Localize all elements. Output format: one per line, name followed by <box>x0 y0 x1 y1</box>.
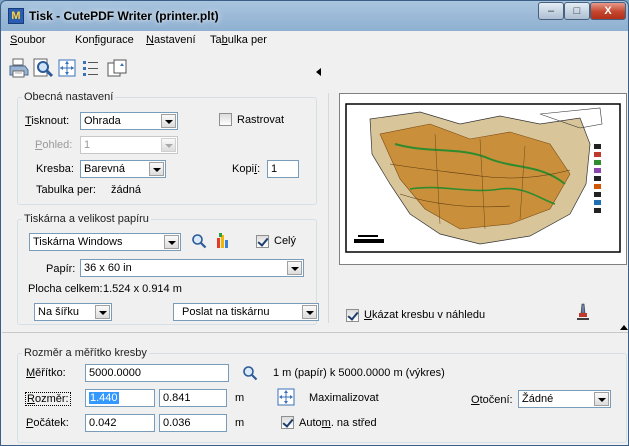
view-combo: 1 <box>80 136 178 154</box>
show-preview-checkbox[interactable] <box>346 309 359 322</box>
chevron-down-icon[interactable] <box>149 162 164 176</box>
splitter[interactable] <box>2 332 628 333</box>
show-preview-label: Ukázat kresbu v náhledu <box>364 309 486 321</box>
whole-checkbox[interactable] <box>256 235 269 248</box>
scale-label: Měřítko: <box>26 367 66 379</box>
pen-table-label: Tabulka per: <box>36 184 96 196</box>
copies-label: Kopií: <box>232 163 261 175</box>
maximize-button[interactable]: □ <box>564 2 590 20</box>
printer-icon[interactable] <box>8 57 30 79</box>
rasterize-label: Rastrovat <box>237 114 285 126</box>
collapse-arrow-icon[interactable] <box>316 68 321 76</box>
menu-konfigurace[interactable]: Konfigurace <box>75 34 134 46</box>
title-bar[interactable]: M Tisk - CutePDF Writer (printer.plt) – … <box>1 1 628 31</box>
send-to-printer-combo[interactable]: Poslat na tiskárnu <box>173 303 319 321</box>
origin-unit: m <box>235 417 245 429</box>
menu-nastaveni[interactable]: Nastavení <box>146 34 196 46</box>
whole-label: Celý <box>274 235 297 247</box>
window-title: Tisk - CutePDF Writer (printer.plt) <box>29 9 219 23</box>
size-label: Rozměr: <box>25 392 71 406</box>
rotation-label: Otočení: <box>471 394 513 406</box>
drawing-color-combo[interactable]: Barevná <box>80 160 166 178</box>
chevron-down-icon[interactable] <box>161 114 176 128</box>
close-button[interactable]: X <box>590 2 626 20</box>
rasterize-checkbox[interactable] <box>219 113 232 126</box>
paper-label: Papír: <box>46 263 76 275</box>
chevron-down-icon[interactable] <box>95 305 110 319</box>
scale-size-title: Rozměr a měřítko kresby <box>22 347 149 359</box>
general-settings-title: Obecná nastavení <box>22 91 116 103</box>
drawing-label: Kresba: <box>36 163 74 175</box>
chevron-down-icon[interactable] <box>164 235 179 249</box>
toolbar <box>2 49 628 91</box>
print-what-combo[interactable]: Ohrada <box>80 112 178 130</box>
chevron-down-icon[interactable] <box>287 261 302 275</box>
search-icon[interactable] <box>242 365 258 381</box>
rotation-combo[interactable]: Žádné <box>518 390 611 408</box>
printer-properties-icon[interactable] <box>215 232 231 250</box>
search-icon[interactable] <box>191 233 207 249</box>
menu-soubor[interactable]: Soubor <box>10 34 45 46</box>
area-label: Plocha celkem: <box>28 283 103 295</box>
paper-size-combo[interactable]: 36 x 60 in <box>80 259 304 277</box>
minimize-button[interactable]: – <box>538 2 564 20</box>
drawing-preview[interactable] <box>339 93 627 265</box>
app-icon: M <box>8 8 24 24</box>
copy-icon[interactable] <box>106 57 128 79</box>
auto-center-checkbox[interactable] <box>281 416 294 429</box>
plot-window-icon[interactable] <box>56 57 78 79</box>
scale-description: 1 m (papír) k 5000.0000 m (výkres) <box>273 367 445 379</box>
orientation-combo[interactable]: Na šířku <box>34 303 112 321</box>
size-height-input[interactable]: 0.841 <box>159 389 227 407</box>
chevron-down-icon[interactable] <box>302 305 317 319</box>
scale-input[interactable]: 5000.0000 <box>85 364 229 382</box>
list-icon[interactable] <box>80 57 102 79</box>
origin-y-input[interactable]: 0.036 <box>159 414 227 432</box>
pen-table-value: žádná <box>111 184 141 196</box>
printer-combo[interactable]: Tiskárna Windows <box>29 233 181 251</box>
origin-label: Počátek: <box>26 417 69 429</box>
print-preview-icon[interactable] <box>32 57 54 79</box>
pen-icon[interactable] <box>575 303 591 321</box>
maximize-icon[interactable] <box>277 388 295 406</box>
maximize-label[interactable]: Maximalizovat <box>309 392 379 404</box>
chevron-down-icon[interactable] <box>594 392 609 406</box>
panel-divider <box>328 93 329 323</box>
origin-x-input[interactable]: 0.042 <box>85 414 155 432</box>
size-width-input[interactable]: 1.440 <box>85 389 155 407</box>
area-value: 1.524 x 0.914 m <box>103 283 182 295</box>
view-label: Pohled: <box>35 139 73 151</box>
expand-arrow-icon[interactable] <box>620 325 628 330</box>
printer-paper-title: Tiskárna a velikost papíru <box>22 213 151 225</box>
map-drawing-image <box>345 103 621 253</box>
copies-input[interactable]: 1 <box>267 160 299 178</box>
chevron-down-icon <box>161 138 176 152</box>
auto-center-label: Autom. na střed <box>299 417 377 429</box>
print-dialog-window: M Tisk - CutePDF Writer (printer.plt) – … <box>0 0 629 446</box>
print-label: Tisknout: <box>25 115 70 127</box>
menu-tabulka-per[interactable]: Tabulka per <box>210 34 267 46</box>
menu-bar: Soubor Konfigurace Nastavení Tabulka per <box>2 31 628 49</box>
size-unit: m <box>235 392 245 404</box>
